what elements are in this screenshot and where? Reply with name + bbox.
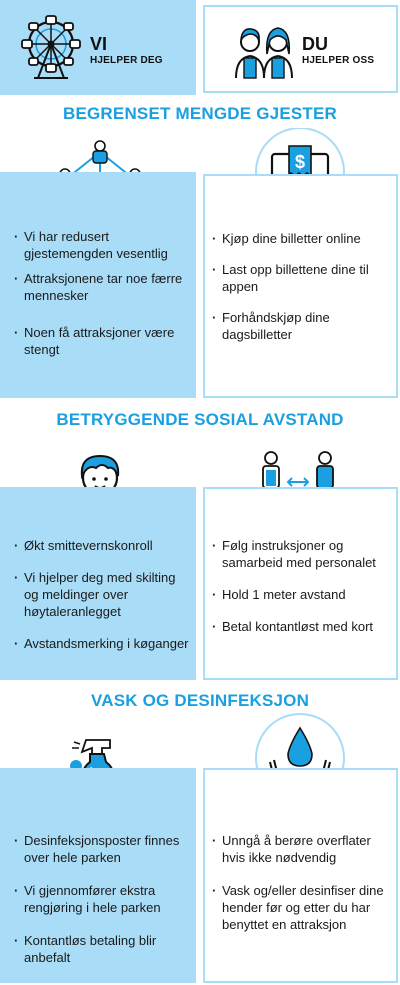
section-3-right-list: Unngå å berøre overflater hvis ikke nødv… bbox=[212, 832, 392, 933]
section-3-header: VASK OG DESINFEKSJON bbox=[90, 691, 310, 710]
list-item: Økt smittevernskonroll bbox=[14, 537, 189, 554]
section-1-header: BEGRENSET MENGDE GJESTER bbox=[62, 104, 337, 123]
list-item: Hold 1 meter avstand bbox=[212, 586, 392, 603]
section-3-left-list: Desinfeksjonsposter finnes over hele par… bbox=[14, 832, 192, 966]
list-item: Vask og/eller desinfiser dine hender før… bbox=[212, 882, 392, 933]
ferris-wheel-icon bbox=[21, 15, 81, 79]
svg-text:$: $ bbox=[295, 152, 305, 172]
list-item: Forhåndskjøp dine dagsbilletter bbox=[212, 309, 392, 343]
section-2-left-list: Økt smittevernskonroll Vi hjelper deg me… bbox=[14, 537, 189, 652]
list-item: Kontantløs betaling blir anbefalt bbox=[14, 932, 192, 966]
du-subtitle: HJELPER OSS bbox=[302, 55, 375, 66]
vi-title: VI bbox=[90, 34, 108, 54]
vi-subtitle: HJELPER DEG bbox=[90, 55, 163, 66]
du-title: DU bbox=[302, 34, 328, 54]
list-item: Noen få attraksjoner være stengt bbox=[14, 324, 189, 358]
list-item: Avstandsmerking i køganger bbox=[14, 635, 189, 652]
list-item: Desinfeksjonsposter finnes over hele par… bbox=[14, 832, 192, 866]
list-item: Kjøp dine billetter online bbox=[212, 230, 392, 247]
list-item: Betal kontantløst med kort bbox=[212, 618, 392, 635]
section-2-right-list: Følg instruksjoner og samarbeid med pers… bbox=[212, 537, 392, 635]
people-icon bbox=[235, 27, 293, 79]
list-item: Følg instruksjoner og samarbeid med pers… bbox=[212, 537, 392, 571]
section-1-right-list: Kjøp dine billetter online Last opp bill… bbox=[212, 230, 392, 343]
list-item: Vi gjennomfører ekstra rengjøring i hele… bbox=[14, 882, 192, 916]
list-item: Vi hjelper deg med skilting og meldinger… bbox=[14, 569, 189, 620]
list-item: Last opp billettene dine til appen bbox=[212, 261, 392, 295]
section-1-left-list: Vi har redusert gjestemengden vesentlig … bbox=[14, 228, 189, 358]
section-2-header: BETRYGGENDE SOSIAL AVSTAND bbox=[56, 410, 344, 429]
list-item: Vi har redusert gjestemengden vesentlig bbox=[14, 228, 189, 262]
list-item: Unngå å berøre overflater hvis ikke nødv… bbox=[212, 832, 392, 866]
list-item: Attraksjonene tar noe færre mennesker bbox=[14, 270, 189, 304]
